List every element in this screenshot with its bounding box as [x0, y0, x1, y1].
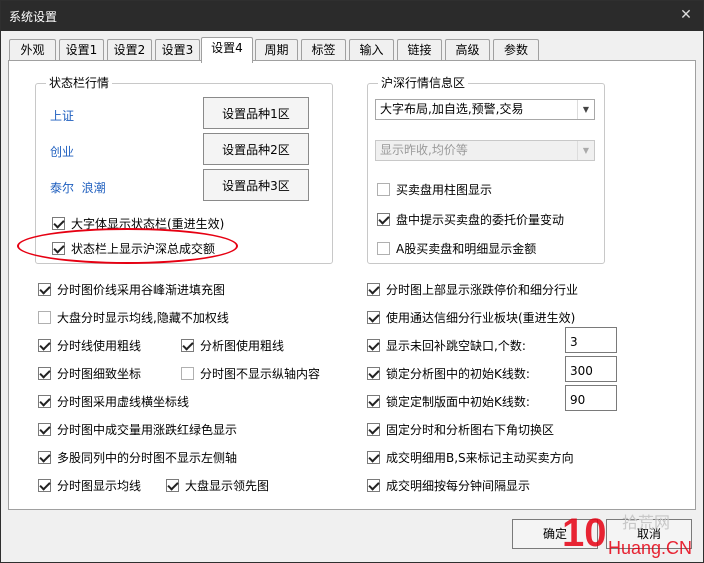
order-change-alert-option[interactable]: 盘中提示买卖盘的委托价量变动	[377, 211, 564, 227]
tab-settings4[interactable]: 设置4	[201, 37, 253, 63]
checkbox-icon[interactable]	[377, 212, 390, 226]
tab-settings2[interactable]: 设置2	[107, 39, 152, 62]
checkbox-icon[interactable]	[367, 310, 380, 324]
analysis-kline-option[interactable]: 锁定分析图中的初始K线数:	[367, 365, 530, 381]
lead-chart-option[interactable]: 大盘显示领先图	[166, 477, 269, 493]
checkbox-icon[interactable]	[367, 450, 380, 464]
show-amount-option[interactable]: A股买卖盘和明细显示金额	[377, 240, 536, 256]
tab-params[interactable]: 参数	[493, 39, 539, 62]
checkbox-icon[interactable]	[38, 366, 51, 380]
fine-axis-option[interactable]: 分时图细致坐标	[38, 365, 141, 381]
gap-count-input[interactable]	[565, 327, 617, 353]
tab-input[interactable]: 输入	[349, 39, 394, 62]
limit-price-option[interactable]: 分时图上部显示涨跌停价和细分行业	[367, 281, 578, 297]
title-bar[interactable]: 系统设置 ✕	[1, 1, 703, 31]
checkbox-icon[interactable]	[181, 366, 194, 380]
close-icon[interactable]: ✕	[673, 4, 699, 26]
timeline-bold-option[interactable]: 分时线使用粗线	[38, 337, 141, 353]
tab-settings3[interactable]: 设置3	[155, 39, 200, 62]
checkbox-icon[interactable]	[38, 394, 51, 408]
watermark-text1: 拾荒网	[622, 513, 670, 532]
fixed-switch-area-option[interactable]: 固定分时和分析图右下角切换区	[367, 421, 554, 437]
statusbar-label-3: 泰尔 浪潮	[50, 181, 106, 195]
set-zone1-button[interactable]: 设置品种1区	[203, 97, 309, 129]
minute-interval-option[interactable]: 成交明细按每分钟间隔显示	[367, 477, 530, 493]
checkbox-icon[interactable]	[166, 478, 179, 492]
bid-ask-bar-option[interactable]: 买卖盘用柱图显示	[377, 181, 492, 197]
gap-display-option[interactable]: 显示未回补跳空缺口,个数:	[367, 337, 526, 353]
statusbar-group: 状态栏行情 上证 设置品种1区 创业 设置品种2区 泰尔 浪潮 设置品种3区 大…	[35, 76, 333, 264]
checkbox-icon[interactable]	[377, 241, 390, 255]
tab-advanced[interactable]: 高级	[445, 39, 490, 62]
layout-select[interactable]: 大字布局,加自选,预警,交易 ▼	[375, 99, 595, 120]
index-avg-line-option[interactable]: 大盘分时显示均线,隐藏不加权线	[38, 309, 229, 325]
checkbox-icon[interactable]	[367, 338, 380, 352]
volume-color-option[interactable]: 分时图中成交量用涨跌红绿色显示	[38, 421, 237, 437]
watermark-text2: Huang.CN	[608, 538, 692, 558]
tab-bar: 外观 设置1 设置2 设置3 设置4 周期 标签 输入 链接 高级 参数	[9, 37, 697, 63]
checkbox-icon[interactable]	[52, 241, 65, 255]
checkbox-icon[interactable]	[181, 338, 194, 352]
set-zone3-button[interactable]: 设置品种3区	[203, 169, 309, 201]
checkbox-icon[interactable]	[367, 366, 380, 380]
checkbox-icon[interactable]	[38, 450, 51, 464]
window-title: 系统设置	[9, 10, 58, 24]
tab-links[interactable]: 链接	[397, 39, 442, 62]
tdx-industry-option[interactable]: 使用通达信细分行业板块(重进生效)	[367, 309, 575, 325]
tab-panel-settings4: 状态栏行情 上证 设置品种1区 创业 设置品种2区 泰尔 浪潮 设置品种3区 大…	[8, 60, 696, 510]
checkbox-icon[interactable]	[367, 478, 380, 492]
tab-tags[interactable]: 标签	[301, 39, 346, 62]
show-avg-line-option[interactable]: 分时图显示均线	[38, 477, 141, 493]
analysis-bold-option[interactable]: 分析图使用粗线	[181, 337, 284, 353]
valley-peak-fill-option[interactable]: 分时图价线采用谷峰渐进填充图	[38, 281, 225, 297]
tab-period[interactable]: 周期	[255, 39, 298, 62]
watermark-logo: 10 拾荒网 Huang.CN	[562, 511, 692, 558]
chevron-down-icon: ▼	[577, 100, 594, 119]
hushen-info-group: 沪深行情信息区 大字布局,加自选,预警,交易 ▼ 显示昨收,均价等 ▼ 买卖盘用…	[367, 76, 605, 264]
hide-y-axis-option[interactable]: 分时图不显示纵轴内容	[181, 365, 320, 381]
tab-appearance[interactable]: 外观	[9, 39, 56, 62]
checkbox-icon[interactable]	[367, 422, 380, 436]
checkbox-icon[interactable]	[377, 182, 390, 196]
checkbox-icon[interactable]	[367, 282, 380, 296]
display-select: 显示昨收,均价等 ▼	[375, 140, 595, 161]
statusbar-label-2: 创业	[50, 145, 75, 159]
checkbox-icon[interactable]	[38, 338, 51, 352]
dashed-gridline-option[interactable]: 分时图采用虚线横坐标线	[38, 393, 189, 409]
multi-stock-axis-option[interactable]: 多股同列中的分时图不显示左侧轴	[38, 449, 237, 465]
set-zone2-button[interactable]: 设置品种2区	[203, 133, 309, 165]
chevron-down-icon: ▼	[577, 141, 594, 160]
tab-settings1[interactable]: 设置1	[59, 39, 104, 62]
checkbox-icon[interactable]	[38, 310, 51, 324]
checkbox-icon[interactable]	[52, 216, 65, 230]
statusbar-group-title: 状态栏行情	[46, 76, 113, 90]
bs-mark-option[interactable]: 成交明细用B,S来标记主动买卖方向	[367, 449, 574, 465]
checkbox-icon[interactable]	[38, 282, 51, 296]
analysis-kline-input[interactable]	[565, 356, 617, 382]
custom-kline-input[interactable]	[565, 385, 617, 411]
watermark-number: 10	[562, 511, 607, 555]
checkbox-icon[interactable]	[367, 394, 380, 408]
checkbox-icon[interactable]	[38, 422, 51, 436]
checkbox-icon[interactable]	[38, 478, 51, 492]
show-total-turnover-option[interactable]: 状态栏上显示沪深总成交额	[52, 240, 215, 256]
custom-kline-option[interactable]: 锁定定制版面中初始K线数:	[367, 393, 530, 409]
statusbar-label-1: 上证	[50, 109, 75, 123]
hushen-group-title: 沪深行情信息区	[378, 76, 469, 90]
large-font-statusbar-option[interactable]: 大字体显示状态栏(重进生效)	[52, 215, 224, 231]
